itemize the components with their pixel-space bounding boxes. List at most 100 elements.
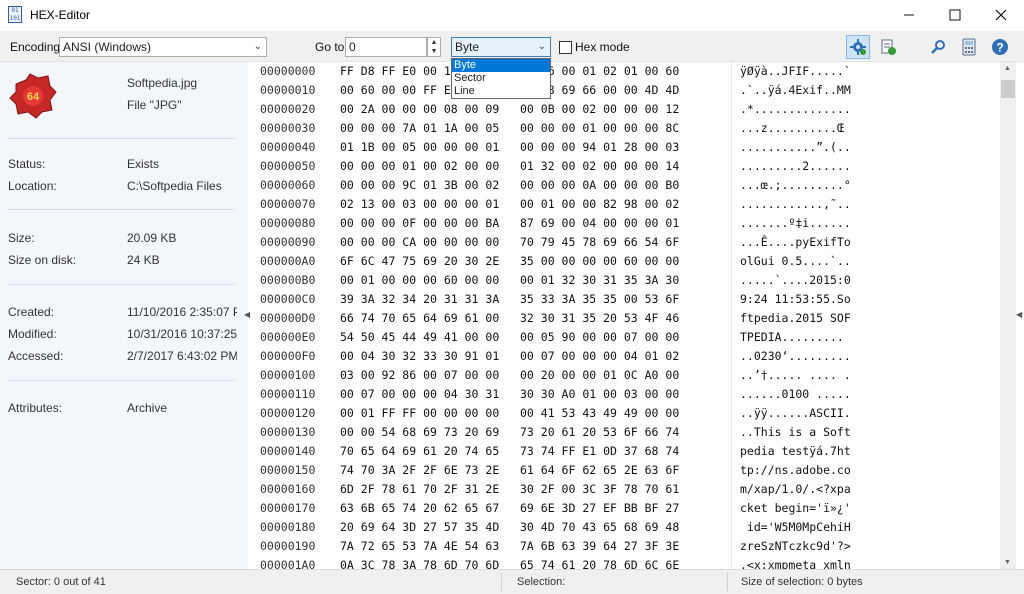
hex-row[interactable]: 000001A0 0A 3C 78 3A 78 6D 70 6D 65 74 61… [252,556,1000,569]
hex-row-ascii[interactable]: ..ÿÿ......ASCII. [740,404,851,423]
hex-row-bytes[interactable]: 63 6B 65 74 20 62 65 67 69 6E 3D 27 EF B… [340,499,679,518]
hex-row-ascii[interactable]: pedia testÿá.7ht [740,442,851,461]
scrollbar-thumb[interactable] [1001,80,1015,98]
hex-row-bytes[interactable]: 00 2A 00 00 00 08 00 09 00 0B 00 02 00 0… [340,100,679,119]
hex-row-bytes[interactable]: 00 00 00 01 00 02 00 00 01 32 00 02 00 0… [340,157,679,176]
hex-row[interactable]: 00000160 6D 2F 78 61 70 2F 31 2E 30 2F 00… [252,480,1000,499]
hex-view[interactable]: 00000000FF D8 FF E0 00 10 4A 46 49 46 00… [252,62,1000,569]
hex-row-ascii[interactable]: tp://ns.adobe.co [740,461,851,480]
hex-row-bytes[interactable]: 6D 2F 78 61 70 2F 31 2E 30 2F 00 3C 3F 7… [340,480,679,499]
hex-row-bytes[interactable]: 02 13 00 03 00 00 00 01 00 01 00 00 82 9… [340,195,679,214]
scroll-up-icon[interactable]: ▲ [1004,65,1011,72]
collapse-right-icon[interactable]: ◀ [1016,310,1022,319]
hex-row-ascii[interactable]: .*.............. [740,100,851,119]
mode-option-line[interactable]: Line [452,85,550,98]
spin-up-icon[interactable]: ▲ [428,38,440,47]
hex-row[interactable]: 00000180 20 69 64 3D 27 57 35 4D 30 4D 70… [252,518,1000,537]
hex-row-bytes[interactable]: 00 00 00 0F 00 00 00 BA 87 69 00 04 00 0… [340,214,679,233]
mode-option-sector[interactable]: Sector [452,72,550,85]
hex-row[interactable]: 000000D0 66 74 70 65 64 69 61 00 32 30 31… [252,309,1000,328]
hex-row-ascii[interactable]: ...Ê....pyExifTo [740,233,851,252]
hex-row-bytes[interactable]: 0A 3C 78 3A 78 6D 70 6D 65 74 61 20 78 6… [340,556,679,569]
hex-row-bytes[interactable]: 7A 72 65 53 7A 4E 54 63 7A 6B 63 39 64 2… [340,537,679,556]
hex-row-ascii[interactable]: olGui 0.5....`.. [740,252,851,271]
close-button[interactable] [978,0,1024,30]
mode-option-byte[interactable]: Byte [452,59,550,72]
hex-row[interactable]: 00000020 00 2A 00 00 00 08 00 09 00 0B 00… [252,100,1000,119]
hex-row-bytes[interactable]: 03 00 92 86 00 07 00 00 00 20 00 00 01 0… [340,366,679,385]
settings-button[interactable] [846,35,870,59]
hex-row[interactable]: 00000030 00 00 00 7A 01 1A 00 05 00 00 00… [252,119,1000,138]
hex-row[interactable]: 00000050 00 00 00 01 00 02 00 00 01 32 00… [252,157,1000,176]
hex-row-ascii[interactable]: ÿØÿà..JFIF.....` [740,62,851,81]
hex-row[interactable]: 000000F0 00 04 30 32 33 30 91 01 00 07 00… [252,347,1000,366]
hex-row-bytes[interactable]: 00 01 FF FF 00 00 00 00 00 41 53 43 49 4… [340,404,679,423]
hex-row-ascii[interactable]: .......º‡i...... [740,214,851,233]
hex-row-ascii[interactable]: ...z..........Œ [740,119,844,138]
hex-row-ascii[interactable]: .`..ÿá.4Exif..MM [740,81,851,100]
hex-row[interactable]: 000000C0 39 3A 32 34 20 31 31 3A 35 33 3A… [252,290,1000,309]
hex-row-ascii[interactable]: ..’†..... .... . [740,366,851,385]
hex-row-bytes[interactable]: 00 00 00 9C 01 3B 00 02 00 00 00 0A 00 0… [340,176,679,195]
calculator-button[interactable] [957,35,981,59]
hex-row-bytes[interactable]: 54 50 45 44 49 41 00 00 00 05 90 00 00 0… [340,328,679,347]
hex-mode-checkbox[interactable] [559,41,572,54]
hex-row-ascii[interactable]: TPEDIA......... [740,328,844,347]
collapse-left-icon[interactable]: ◀ [244,310,250,319]
hex-row-ascii[interactable]: .<x:xmpmeta xmln [740,556,851,569]
hex-row[interactable]: 00000170 63 6B 65 74 20 62 65 67 69 6E 3D… [252,499,1000,518]
hex-row[interactable]: 00000130 00 00 54 68 69 73 20 69 73 20 61… [252,423,1000,442]
hex-row-ascii[interactable]: 9:24 11:53:55.So [740,290,851,309]
hex-row[interactable]: 00000080 00 00 00 0F 00 00 00 BA 87 69 00… [252,214,1000,233]
hex-row-bytes[interactable]: 20 69 64 3D 27 57 35 4D 30 4D 70 43 65 6… [340,518,679,537]
hex-row-ascii[interactable]: ...........”.(.. [740,138,851,157]
hex-row[interactable]: 00000120 00 01 FF FF 00 00 00 00 00 41 53… [252,404,1000,423]
hex-row-ascii[interactable]: ......0100 ..... [740,385,851,404]
hex-row-bytes[interactable]: 66 74 70 65 64 69 61 00 32 30 31 35 20 5… [340,309,679,328]
hex-row[interactable]: 00000100 03 00 92 86 00 07 00 00 00 20 00… [252,366,1000,385]
hex-row[interactable]: 000000E0 54 50 45 44 49 41 00 00 00 05 90… [252,328,1000,347]
spin-down-icon[interactable]: ▼ [428,47,440,56]
hex-row-bytes[interactable]: 70 65 64 69 61 20 74 65 73 74 FF E1 0D 3… [340,442,679,461]
hex-row[interactable]: 00000090 00 00 00 CA 00 00 00 00 70 79 45… [252,233,1000,252]
vertical-scrollbar[interactable]: ▲ ▼ [1000,62,1016,569]
export-button[interactable] [876,35,900,59]
scroll-down-icon[interactable]: ▼ [1004,559,1011,566]
hex-row-bytes[interactable]: 00 00 00 7A 01 1A 00 05 00 00 00 01 00 0… [340,119,679,138]
hex-row[interactable]: 00000150 74 70 3A 2F 2F 6E 73 2E 61 64 6F… [252,461,1000,480]
hex-row[interactable]: 00000190 7A 72 65 53 7A 4E 54 63 7A 6B 63… [252,537,1000,556]
minimize-button[interactable] [886,0,932,30]
hex-row-ascii[interactable]: id='W5M0MpCehiH [740,518,851,537]
hex-row[interactable]: 000000B0 00 01 00 00 00 60 00 00 00 01 32… [252,271,1000,290]
hex-row-bytes[interactable]: 39 3A 32 34 20 31 31 3A 35 33 3A 35 35 0… [340,290,679,309]
hex-row-ascii[interactable]: m/xap/1.0/.<?xpa [740,480,851,499]
hex-row-ascii[interactable]: ...œ.;.........° [740,176,851,195]
hex-row-bytes[interactable]: 00 00 54 68 69 73 20 69 73 20 61 20 53 6… [340,423,679,442]
goto-input[interactable]: 0 [345,37,427,57]
hex-row-ascii[interactable]: cket begin='ï»¿' [740,499,851,518]
hex-row-ascii[interactable]: .........2...... [740,157,851,176]
hex-row-bytes[interactable]: 74 70 3A 2F 2F 6E 73 2E 61 64 6F 62 65 2… [340,461,679,480]
hex-row-bytes[interactable]: 00 04 30 32 33 30 91 01 00 07 00 00 00 0… [340,347,679,366]
help-button[interactable]: ? [988,35,1012,59]
hex-row-ascii[interactable]: ftpedia.2015 SOF [740,309,851,328]
hex-row-bytes[interactable]: 6F 6C 47 75 69 20 30 2E 35 00 00 00 00 6… [340,252,679,271]
hex-row[interactable]: 00000040 01 1B 00 05 00 00 00 01 00 00 00… [252,138,1000,157]
hex-row[interactable]: 00000110 00 07 00 00 00 04 30 31 30 30 A0… [252,385,1000,404]
hex-row-bytes[interactable]: 01 1B 00 05 00 00 00 01 00 00 00 94 01 2… [340,138,679,157]
hex-row-ascii[interactable]: ............‚˜.. [740,195,851,214]
hex-row[interactable]: 00000060 00 00 00 9C 01 3B 00 02 00 00 00… [252,176,1000,195]
hex-row[interactable]: 00000000FF D8 FF E0 00 10 4A 46 49 46 00… [252,62,1000,81]
search-button[interactable] [926,35,950,59]
hex-row[interactable]: 00000140 70 65 64 69 61 20 74 65 73 74 FF… [252,442,1000,461]
hex-row-ascii[interactable]: ..This is a Soft [740,423,851,442]
goto-stepper[interactable]: ▲ ▼ [427,37,441,57]
hex-row-bytes[interactable]: 00 07 00 00 00 04 30 31 30 30 A0 01 00 0… [340,385,679,404]
hex-row[interactable]: 000000A0 6F 6C 47 75 69 20 30 2E 35 00 00… [252,252,1000,271]
hex-row-ascii[interactable]: ..0230‘......... [740,347,851,366]
hex-row[interactable]: 0000001000 60 00 00 FF E1 17 F4 45 78 69… [252,81,1000,100]
hex-row-ascii[interactable]: .....`....2015:0 [740,271,851,290]
mode-select[interactable]: Byte ⌄ [451,37,551,57]
maximize-button[interactable] [932,0,978,30]
hex-row-ascii[interactable]: zreSzNTczkc9d'?> [740,537,851,556]
